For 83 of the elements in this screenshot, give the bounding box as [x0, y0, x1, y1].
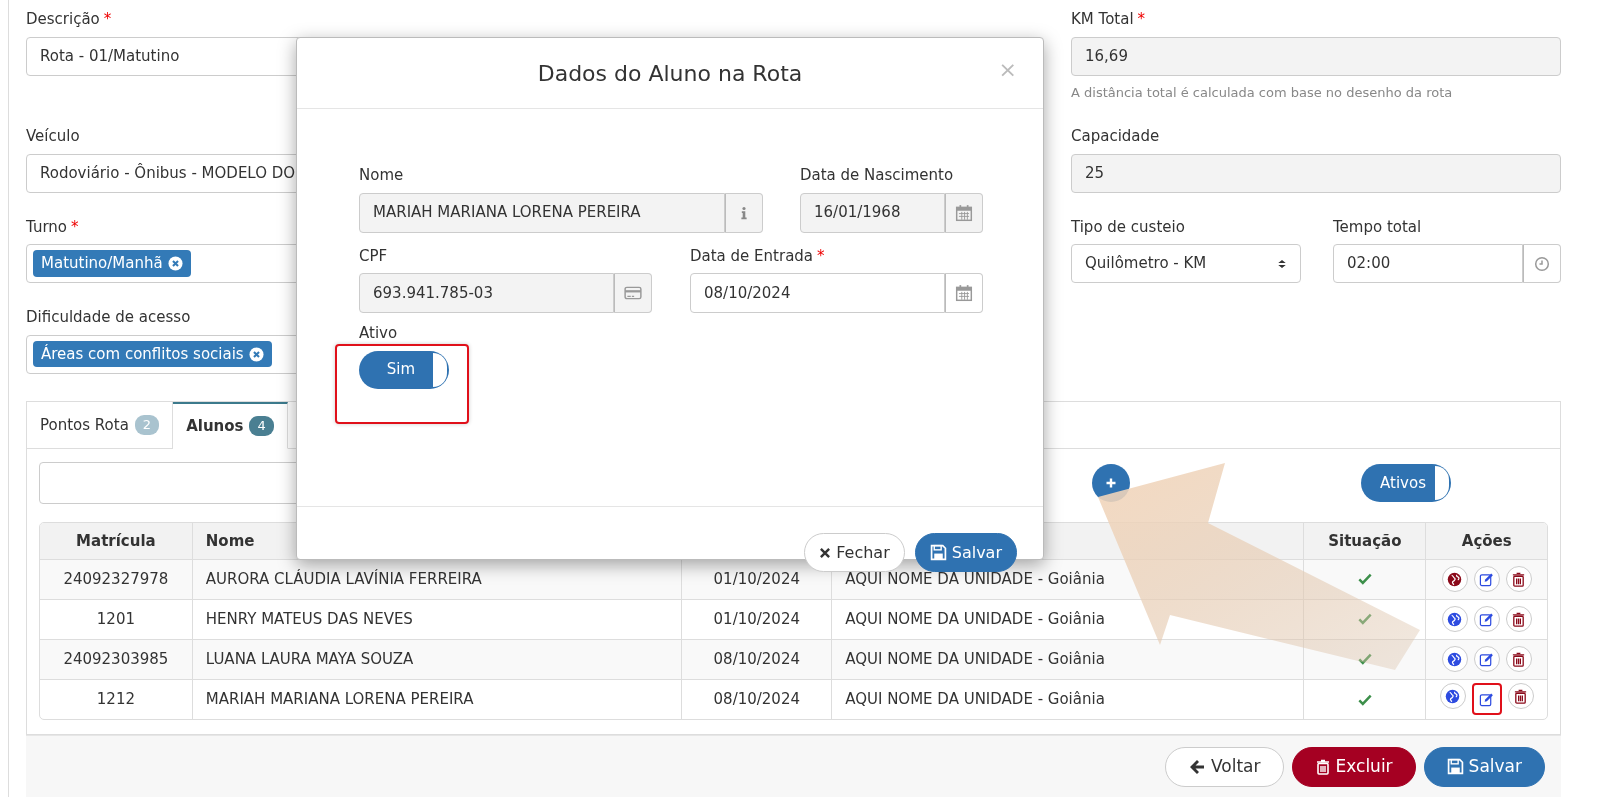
- back-button[interactable]: Voltar: [1165, 746, 1284, 787]
- text-field[interactable]: 25: [1071, 153, 1561, 193]
- edit-icon: [1479, 571, 1495, 587]
- delete-button[interactable]: [1505, 646, 1532, 672]
- delete-button[interactable]: Excluir: [1291, 746, 1416, 787]
- required-mark: *: [817, 246, 825, 265]
- column-header: Matrícula: [40, 523, 193, 559]
- field-label: Nome: [359, 166, 404, 184]
- edit-button[interactable]: [1471, 683, 1502, 716]
- date-field[interactable]: 16/01/1968: [800, 192, 945, 233]
- map-button[interactable]: [1439, 683, 1466, 710]
- date-field[interactable]: 08/10/2024: [690, 273, 945, 313]
- save-button[interactable]: Salvar: [914, 533, 1017, 572]
- tab[interactable]: Pontos Rota 2: [27, 401, 174, 449]
- table-cell: AQUI NOME DA UNIDADE - Goiânia: [831, 679, 1304, 719]
- tag[interactable]: Áreas com conflitos sociais: [33, 340, 272, 368]
- floppy-icon: [1446, 758, 1464, 775]
- field-label: Descrição: [26, 10, 100, 28]
- count-badge: 4: [249, 416, 274, 436]
- table-cell: 08/10/2024: [681, 639, 832, 679]
- tag[interactable]: Matutino/Manhã: [33, 250, 191, 277]
- column-header: Ações: [1426, 523, 1547, 559]
- select-field[interactable]: Quilômetro - KM: [1071, 244, 1301, 283]
- time-field[interactable]: 02:00: [1333, 244, 1523, 283]
- text-field[interactable]: 693.941.785-03: [359, 273, 614, 313]
- close-icon: [819, 546, 832, 559]
- remove-icon: [167, 256, 183, 271]
- table-cell: 24092327978: [40, 559, 193, 599]
- delete-button[interactable]: [1507, 683, 1534, 710]
- map-button[interactable]: [1441, 606, 1468, 632]
- table-cell: 1212: [40, 679, 193, 719]
- modal-title: Dados do Aluno na Rota: [537, 59, 803, 88]
- field-label: CPF: [359, 246, 388, 265]
- field-label: Tempo total: [1333, 217, 1422, 236]
- field-label: Data de Nascimento: [800, 166, 954, 184]
- trash-icon: [1511, 651, 1527, 667]
- edit-icon: [1479, 651, 1495, 667]
- map-button[interactable]: [1441, 646, 1468, 672]
- calendar-icon: [955, 203, 973, 222]
- edit-icon: [1479, 611, 1495, 627]
- delete-button[interactable]: [1505, 566, 1532, 592]
- table-cell: MARIAH MARIANA LORENA PEREIRA: [192, 679, 682, 719]
- toggle-switch[interactable]: Sim: [359, 350, 449, 389]
- trash-icon: [1513, 688, 1529, 704]
- field-label: KM Total: [1071, 10, 1134, 28]
- help-text: A distância total é calculada com base no desenho da rota: [1071, 83, 1454, 102]
- tab[interactable]: Alunos 4: [173, 401, 288, 449]
- trash-icon: [1511, 611, 1527, 627]
- field-label: Turno: [26, 217, 67, 236]
- field-label: Veículo: [26, 127, 80, 145]
- text-field[interactable]: 16,69: [1071, 36, 1561, 76]
- table-cell: 01/10/2024: [681, 559, 832, 599]
- close-button[interactable]: Fechar: [804, 533, 905, 572]
- clock-icon: [1534, 255, 1550, 272]
- card-icon: [623, 284, 643, 302]
- trash-icon: [1511, 571, 1527, 587]
- table-cell: AQUI NOME DA UNIDADE - Goiânia: [831, 639, 1304, 679]
- field-label: Dificuldade de acesso: [26, 308, 191, 326]
- calendar-icon: [955, 284, 973, 302]
- filter-toggle[interactable]: Ativos: [1361, 464, 1451, 502]
- plus-icon: [1105, 477, 1117, 489]
- trash-icon: [1314, 757, 1331, 776]
- arrow-left-icon: [1188, 758, 1206, 775]
- required-mark: *: [71, 217, 79, 236]
- field-label: Data de Entrada: [690, 246, 814, 265]
- remove-icon: [248, 346, 264, 362]
- required-mark: *: [1137, 10, 1146, 28]
- text-field[interactable]: MARIAH MARIANA LORENA PEREIRA: [359, 192, 725, 233]
- edit-icon: [1479, 691, 1495, 707]
- table-cell: LUANA LAURA MAYA SOUZA: [192, 639, 682, 679]
- map-button[interactable]: [1441, 566, 1468, 592]
- field-label: Ativo: [359, 323, 398, 344]
- count-badge: 2: [134, 415, 160, 435]
- save-button[interactable]: Salvar: [1423, 746, 1545, 787]
- floppy-icon: [929, 544, 947, 561]
- field-label: Tipo de custeio: [1071, 217, 1185, 236]
- field-label: Capacidade: [1071, 127, 1160, 145]
- table-cell: 24092303985: [40, 639, 193, 679]
- required-mark: *: [103, 10, 112, 28]
- table-cell: 08/10/2024: [681, 679, 832, 719]
- table-cell: AURORA CLÁUDIA LAVÍNIA FERREIRA: [192, 559, 682, 599]
- column-header: Situação: [1303, 523, 1426, 559]
- delete-button[interactable]: [1505, 606, 1532, 632]
